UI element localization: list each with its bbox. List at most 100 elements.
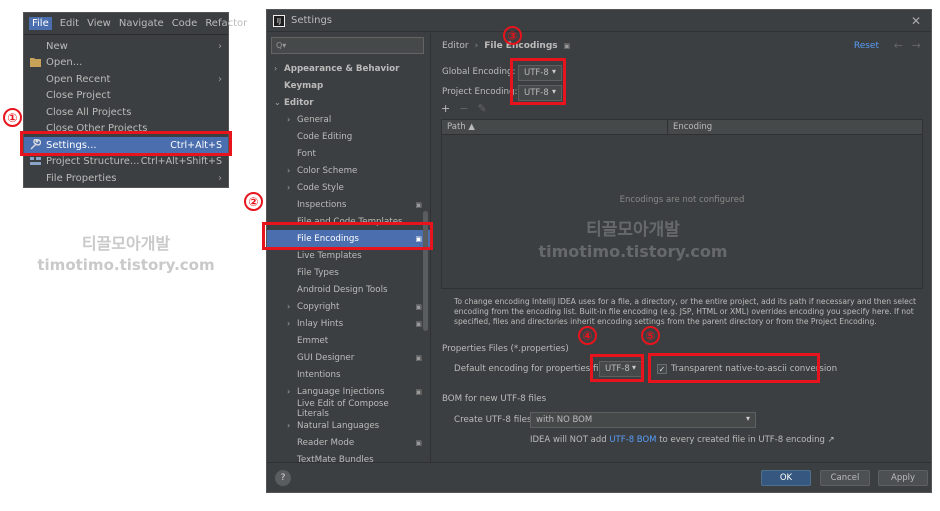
table-toolbar: + − ✎	[441, 102, 487, 115]
tree-item-editor[interactable]: ⌄ Editor	[267, 94, 430, 111]
tree-item-label: Copyright	[297, 301, 340, 312]
tree-item-copyright[interactable]: › Copyright ▣	[267, 298, 430, 315]
annotation-number-3: ③	[503, 26, 522, 45]
bom-select[interactable]: with NO BOM ▾	[530, 412, 756, 428]
tree-item-label: GUI Designer	[297, 352, 355, 363]
tree-item-label: Code Editing	[297, 131, 353, 142]
bom-section-title: BOM for new UTF-8 files	[442, 394, 547, 404]
annotation-box-properties-encoding	[590, 354, 644, 382]
tree-item-label: Live Edit of Compose Literals	[297, 398, 389, 419]
tree-item-inlay-hints[interactable]: › Inlay Hints ▣	[267, 315, 430, 332]
breadcrumb-separator: ›	[474, 41, 479, 51]
tree-item-inspections[interactable]: Inspections ▣	[267, 196, 430, 213]
tree-item-code-editing[interactable]: Code Editing	[267, 128, 430, 145]
tree-item-appearance-behavior[interactable]: › Appearance & Behavior	[267, 60, 430, 77]
tree-item-language-injections[interactable]: › Language Injections ▣	[267, 383, 430, 400]
tree-item-code-style[interactable]: › Code Style	[267, 179, 430, 196]
tree-item-android-design-tools[interactable]: Android Design Tools	[267, 281, 430, 298]
annotation-number-5: ⑤	[641, 326, 660, 345]
tree-chevron-icon[interactable]: ›	[287, 387, 297, 396]
structure-icon	[30, 156, 42, 168]
search-icon: Q▾	[276, 41, 287, 50]
file-menu-list: New › Open... Open Recent › Close Projec…	[24, 35, 228, 187]
apply-button[interactable]: Apply	[878, 470, 928, 486]
menu-item-label: Open...	[46, 57, 83, 69]
tree-chevron-icon[interactable]: ›	[287, 302, 297, 311]
menu-item-close-project[interactable]: Close Project	[24, 88, 228, 105]
add-icon[interactable]: +	[441, 102, 450, 115]
watermark-korean-left: 티끌모아개발	[81, 234, 171, 253]
menu-item-close-all-projects[interactable]: Close All Projects	[24, 104, 228, 121]
back-arrow-icon[interactable]: ←	[894, 39, 903, 52]
project-scope-icon: ▣	[415, 200, 422, 209]
properties-section-title: Properties Files (*.properties)	[442, 344, 569, 354]
tree-item-gui-designer[interactable]: GUI Designer ▣	[267, 349, 430, 366]
bom-value: with NO BOM	[536, 415, 593, 425]
forward-arrow-icon[interactable]: →	[912, 39, 921, 52]
tree-item-emmet[interactable]: Emmet	[267, 332, 430, 349]
column-encoding[interactable]: Encoding	[668, 120, 922, 134]
tree-item-label: Font	[297, 148, 316, 159]
menu-file[interactable]: File	[29, 17, 52, 30]
menu-code[interactable]: Code	[172, 18, 198, 29]
menu-item-label: Open Recent	[46, 73, 111, 85]
tree-item-color-scheme[interactable]: › Color Scheme	[267, 162, 430, 179]
tree-item-reader-mode[interactable]: Reader Mode ▣	[267, 434, 430, 451]
project-encoding-label: Project Encoding:	[442, 87, 518, 97]
encoding-description: To change encoding IntelliJ IDEA uses fo…	[454, 297, 916, 326]
menu-item-new[interactable]: New ›	[24, 38, 228, 55]
file-menu: File Edit View Navigate Code Refactor Ne…	[23, 12, 247, 188]
ok-button[interactable]: OK	[761, 470, 811, 486]
bom-note-text-end: to every created file in UTF-8 encoding …	[656, 435, 835, 445]
tree-chevron-icon[interactable]: ›	[287, 183, 297, 192]
menu-edit[interactable]: Edit	[60, 18, 79, 29]
create-utf8-label: Create UTF-8 files:	[454, 415, 535, 425]
tree-item-label: Natural Languages	[297, 420, 380, 431]
empty-table-text: Encodings are not configured	[619, 195, 745, 205]
chevron-right-icon: ›	[218, 73, 222, 85]
menu-item-label: Close Project	[46, 90, 111, 102]
settings-search-input[interactable]: Q▾	[271, 37, 424, 54]
tree-item-label: Inlay Hints	[297, 318, 344, 329]
chevron-right-icon: ›	[218, 172, 222, 184]
remove-icon[interactable]: −	[459, 102, 468, 115]
cancel-button[interactable]: Cancel	[820, 470, 870, 486]
help-icon[interactable]: ?	[275, 470, 291, 486]
menu-navigate[interactable]: Navigate	[119, 18, 164, 29]
settings-title: Settings	[291, 15, 333, 26]
menu-item-open-recent[interactable]: Open Recent ›	[24, 71, 228, 88]
breadcrumb-editor[interactable]: Editor	[442, 41, 469, 51]
column-path[interactable]: Path ▲	[442, 120, 668, 134]
reset-link[interactable]: Reset	[854, 41, 879, 51]
tree-item-label: Emmet	[297, 335, 329, 346]
tree-item-natural-languages[interactable]: › Natural Languages	[267, 417, 430, 434]
folder-icon	[30, 57, 42, 69]
tree-item-file-types[interactable]: File Types	[267, 264, 430, 281]
breadcrumb-file-encodings: File Encodings	[484, 41, 558, 51]
tree-chevron-icon[interactable]: ›	[287, 166, 297, 175]
tree-chevron-icon[interactable]: ›	[287, 421, 297, 430]
utf8-bom-link[interactable]: UTF-8 BOM	[609, 435, 656, 445]
tree-item-intentions[interactable]: Intentions	[267, 366, 430, 383]
tree-chevron-icon[interactable]: ⌄	[274, 98, 284, 107]
menu-view[interactable]: View	[87, 18, 111, 29]
menu-item-file-properties[interactable]: File Properties ›	[24, 170, 228, 187]
tree-item-font[interactable]: Font	[267, 145, 430, 162]
tree-item-label: Inspections	[297, 199, 347, 210]
tree-item-live-edit-of-compose-literals[interactable]: Live Edit of Compose Literals	[267, 398, 430, 419]
tree-chevron-icon[interactable]: ›	[287, 319, 297, 328]
menu-refactor[interactable]: Refactor	[205, 18, 247, 29]
settings-tree: › Appearance & Behavior Keymap ⌄ Editor › Gene…	[267, 60, 430, 468]
tree-item-keymap[interactable]: Keymap	[267, 77, 430, 94]
edit-icon[interactable]: ✎	[477, 102, 486, 115]
tree-item-label: Live Templates	[297, 250, 362, 261]
annotation-box-encodings	[510, 58, 566, 105]
tree-chevron-icon[interactable]: ›	[274, 64, 284, 73]
close-icon[interactable]: ✕	[911, 14, 921, 28]
annotation-box-settings	[20, 131, 232, 156]
tree-item-general[interactable]: › General	[267, 111, 430, 128]
tree-chevron-icon[interactable]: ›	[287, 115, 297, 124]
menu-item-open[interactable]: Open...	[24, 55, 228, 72]
tree-item-label: Color Scheme	[297, 165, 358, 176]
settings-titlebar: IJ Settings ✕	[267, 10, 931, 32]
